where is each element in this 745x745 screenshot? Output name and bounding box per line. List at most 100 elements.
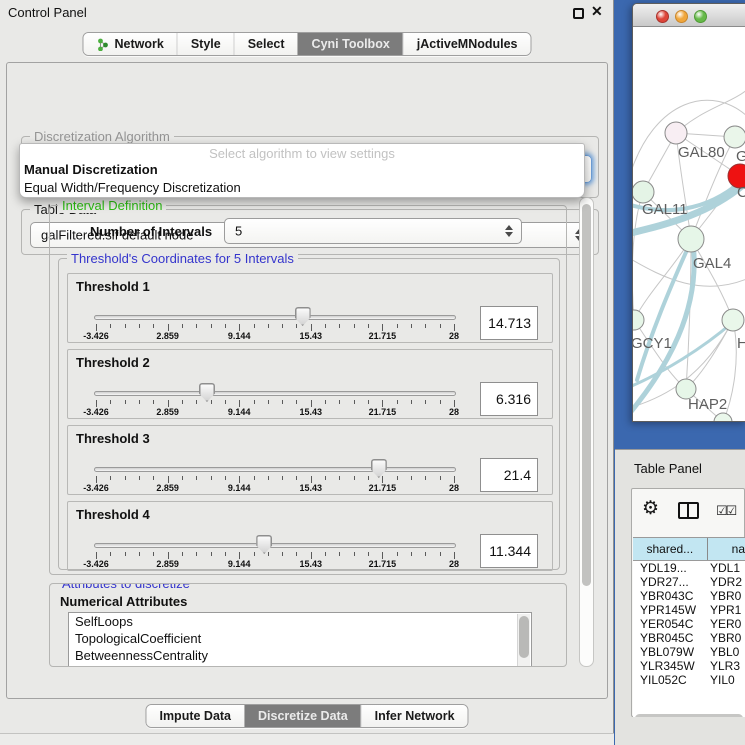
traffic-light-zoom-icon[interactable] — [694, 10, 707, 23]
threshold-slider-track[interactable] — [94, 315, 456, 320]
float-window-icon[interactable] — [573, 8, 584, 19]
minor-tick — [282, 400, 283, 404]
gear-icon[interactable]: ⚙ — [642, 499, 659, 518]
cell-name: YPR1 — [710, 603, 745, 617]
attribute-item-betweennesscentrality[interactable]: BetweennessCentrality — [69, 647, 531, 664]
cell-shared-name: YBL079W — [633, 645, 710, 659]
group-title: Interval Definition — [58, 198, 166, 213]
split-columns-icon[interactable] — [678, 502, 699, 519]
bottom-tab-discretize-data[interactable]: Discretize Data — [244, 705, 361, 727]
cell-name: YER0 — [710, 617, 745, 631]
tick-label: 21.715 — [369, 559, 397, 569]
network-view[interactable]: GAL80GACGAL11GAL4GCY1HHAP2 — [633, 28, 745, 422]
threshold-slider-thumb[interactable] — [371, 459, 387, 478]
tick-label: 2.859 — [156, 483, 179, 493]
tab-network[interactable]: Network — [83, 33, 176, 55]
threshold-slider-track[interactable] — [94, 391, 456, 396]
major-tick — [239, 552, 240, 559]
num-intervals-combo[interactable]: 5 — [224, 218, 522, 244]
minor-tick — [254, 400, 255, 404]
minor-tick — [153, 476, 154, 480]
threshold-slider-thumb[interactable] — [256, 535, 272, 554]
threshold-slider-thumb[interactable] — [199, 383, 215, 402]
network-edge[interactable] — [686, 320, 733, 389]
minor-tick — [211, 324, 212, 328]
num-intervals-label: Number of Intervals — [90, 224, 212, 239]
column-header-shared-name[interactable]: shared... — [633, 538, 708, 560]
bottom-tab-infer-network[interactable]: Infer Network — [361, 705, 468, 727]
table-row[interactable]: YLR345WYLR3 — [633, 659, 745, 673]
column-header-name[interactable]: na — [708, 538, 745, 560]
threshold-value-input[interactable]: 14.713 — [480, 306, 538, 340]
tab-select[interactable]: Select — [234, 33, 298, 55]
tab-label: Infer Network — [375, 709, 455, 723]
close-icon[interactable]: ✕ — [591, 3, 603, 20]
major-tick — [454, 476, 455, 483]
cell-name: YBR0 — [710, 631, 745, 645]
algorithm-option-manual-discretization[interactable]: Manual Discretization — [20, 161, 584, 179]
cell-shared-name: YLR345W — [633, 659, 710, 673]
table-panel-title: Table Panel — [634, 461, 702, 476]
table-row[interactable]: YER054CYER0 — [633, 617, 745, 631]
minor-tick — [339, 476, 340, 480]
tick-label: -3.426 — [83, 483, 109, 493]
traffic-light-close-icon[interactable] — [656, 10, 669, 23]
threshold-label: Threshold 1 — [76, 279, 150, 294]
minor-tick — [196, 552, 197, 556]
tick-label: 2.859 — [156, 559, 179, 569]
minor-tick — [411, 552, 412, 556]
minor-tick — [225, 324, 226, 328]
minor-tick — [182, 552, 183, 556]
attribute-item-topologicalcoefficient[interactable]: TopologicalCoefficient — [69, 630, 531, 647]
algorithm-option-equal-width-frequency-discretization[interactable]: Equal Width/Frequency Discretization — [20, 179, 584, 197]
threshold-slider-track[interactable] — [94, 467, 456, 472]
threshold-value-input[interactable]: 6.316 — [480, 382, 538, 416]
network-node[interactable] — [665, 122, 687, 144]
network-node[interactable] — [633, 310, 644, 330]
network-node[interactable] — [633, 181, 654, 203]
network-node[interactable] — [722, 309, 744, 331]
tab-label: jActiveMNodules — [417, 37, 518, 51]
attributes-scrollbar-thumb[interactable] — [519, 616, 529, 658]
attributes-scrollbar[interactable] — [517, 614, 530, 667]
minor-tick — [397, 552, 398, 556]
network-node-label: GAL80 — [678, 144, 725, 161]
network-edge-highlighted[interactable] — [633, 322, 733, 388]
minor-tick — [339, 552, 340, 556]
minor-tick — [268, 552, 269, 556]
network-edge[interactable] — [691, 239, 733, 320]
table-row[interactable]: YDR27...YDR2 — [633, 575, 745, 589]
attribute-item-selfloops[interactable]: SelfLoops — [69, 613, 531, 630]
tab-cyni-toolbox[interactable]: Cyni Toolbox — [298, 33, 403, 55]
major-tick — [96, 552, 97, 559]
tick-label: 2.859 — [156, 331, 179, 341]
tab-style[interactable]: Style — [177, 33, 234, 55]
table-horizontal-scrollbar[interactable] — [635, 714, 743, 717]
network-node[interactable] — [678, 226, 704, 252]
table-hscrollbar-thumb[interactable] — [635, 714, 743, 717]
network-node-label: GAL11 — [642, 201, 688, 218]
main-scrollbar-thumb[interactable] — [582, 204, 591, 586]
tab-jactivemnodules[interactable]: jActiveMNodules — [403, 33, 531, 55]
threshold-value-input[interactable]: 21.4 — [480, 458, 538, 492]
table-row[interactable]: YBR043CYBR0 — [633, 589, 745, 603]
table-row[interactable]: YPR145WYPR1 — [633, 603, 745, 617]
network-node[interactable] — [714, 413, 732, 422]
minor-tick — [268, 324, 269, 328]
threshold-slider-track[interactable] — [94, 543, 456, 548]
select-columns-checkboxes-icon[interactable]: ☑☑ — [716, 503, 735, 519]
threshold-value-input[interactable]: 11.344 — [480, 534, 538, 568]
table-row[interactable]: YBL079WYBL0 — [633, 645, 745, 659]
window-title: Control Panel — [8, 5, 87, 20]
minor-tick — [325, 552, 326, 556]
minor-tick — [440, 552, 441, 556]
network-node[interactable] — [724, 126, 745, 148]
table-row[interactable]: YIL052CYIL0 — [633, 673, 745, 684]
table-row[interactable]: YDL19...YDL1 — [633, 561, 745, 575]
bottom-tab-impute-data[interactable]: Impute Data — [146, 705, 244, 727]
cell-name: YDR2 — [710, 575, 745, 589]
table-row[interactable]: YBR045CYBR0 — [633, 631, 745, 645]
traffic-light-minimize-icon[interactable] — [675, 10, 688, 23]
main-scrollbar[interactable] — [579, 197, 594, 667]
tick-label: 15.43 — [300, 559, 323, 569]
